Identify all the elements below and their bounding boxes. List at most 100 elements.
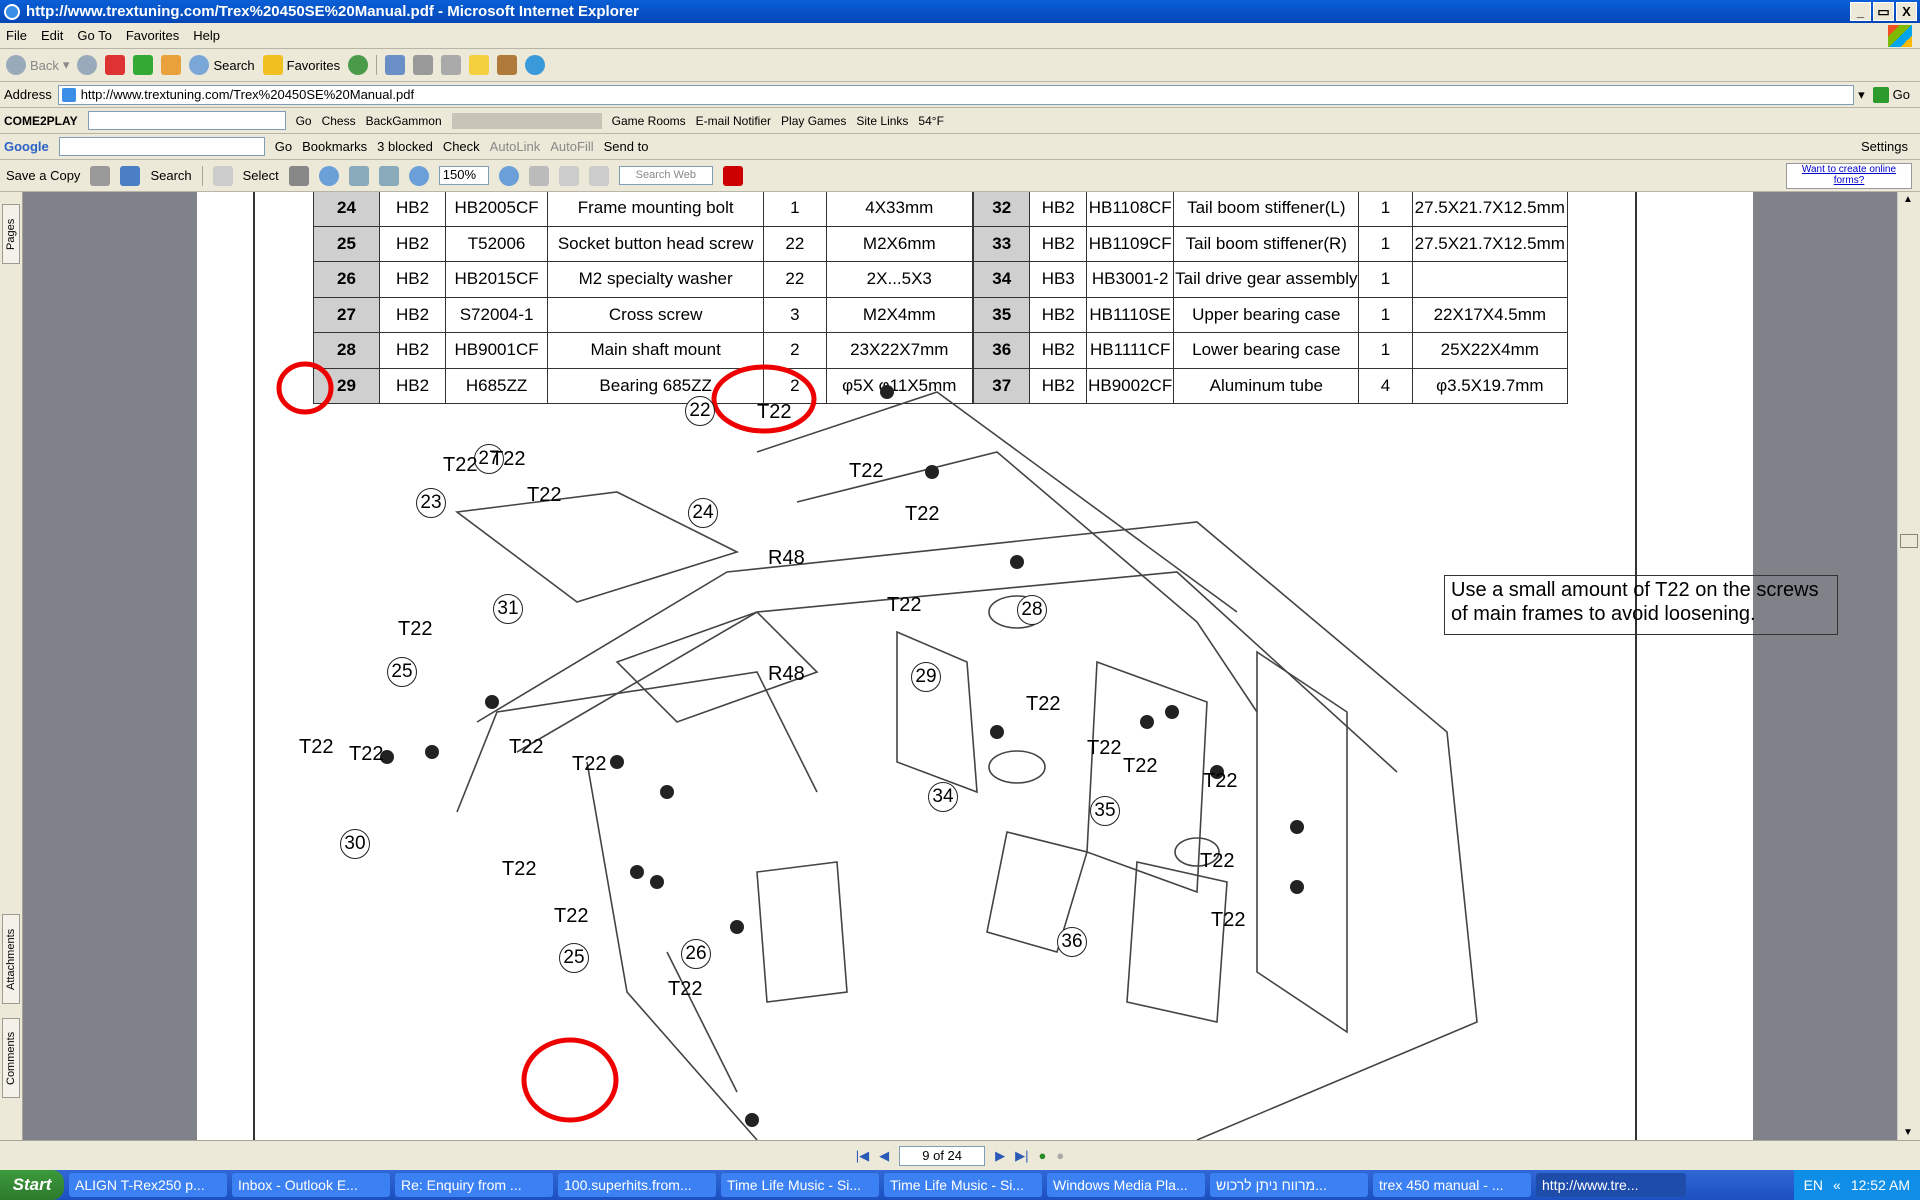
- page-layout-icon[interactable]: [528, 165, 549, 186]
- pdf-page[interactable]: 24 HB2 HB2005CF Frame mounting bolt 1 4X33mm 2…: [197, 192, 1838, 1140]
- research-icon[interactable]: [497, 55, 518, 75]
- email-notifier-menu[interactable]: E-mail Notifier: [696, 114, 771, 128]
- google-search-input[interactable]: [58, 137, 265, 156]
- search-icon: [189, 55, 210, 75]
- start-button[interactable]: Start: [0, 1170, 64, 1200]
- menu-goto[interactable]: Go To: [77, 28, 111, 43]
- stop-icon[interactable]: [105, 55, 126, 75]
- select-tool-button[interactable]: Select: [243, 168, 279, 183]
- come2play-search-input[interactable]: [87, 111, 286, 130]
- last-page-icon[interactable]: ▶|: [1015, 1148, 1028, 1164]
- messenger-icon[interactable]: [525, 55, 546, 75]
- divider: [376, 55, 378, 75]
- taskbar-button[interactable]: ALIGN T-Rex250 p...: [69, 1173, 227, 1197]
- refresh-icon[interactable]: [133, 55, 154, 75]
- taskbar-button-active[interactable]: http://www.tre...: [1536, 1173, 1686, 1197]
- zoom-plus-icon[interactable]: [498, 165, 519, 186]
- language-indicator[interactable]: EN: [1804, 1177, 1823, 1193]
- clock[interactable]: 12:52 AM: [1851, 1177, 1910, 1193]
- previous-page-icon[interactable]: ◀: [879, 1148, 889, 1164]
- system-tray: EN « 12:52 AM: [1793, 1170, 1920, 1200]
- back-button[interactable]: Back ▾: [6, 55, 69, 75]
- history-icon[interactable]: [348, 55, 369, 75]
- taskbar-button[interactable]: Time Life Music - Si...: [884, 1173, 1042, 1197]
- go-button[interactable]: Go: [1872, 86, 1910, 103]
- comments-tab[interactable]: Comments: [2, 1018, 20, 1098]
- google-go-button[interactable]: Go: [275, 139, 292, 154]
- rotate-icon[interactable]: [558, 165, 579, 186]
- create-forms-link[interactable]: Want to create online forms?: [1786, 163, 1912, 189]
- taskbar-button[interactable]: Windows Media Pla...: [1047, 1173, 1205, 1197]
- pages-tab[interactable]: Pages: [2, 204, 20, 264]
- fit-width-icon[interactable]: [378, 165, 399, 186]
- google-logo[interactable]: Google: [4, 139, 49, 154]
- email-icon[interactable]: [120, 165, 141, 186]
- popup-blocker[interactable]: 3 blocked: [377, 139, 433, 154]
- fit-page-icon[interactable]: [348, 165, 369, 186]
- backgammon-link[interactable]: BackGammon: [366, 114, 442, 128]
- discuss-icon[interactable]: [469, 55, 490, 75]
- next-page-icon[interactable]: ▶: [995, 1148, 1005, 1164]
- scroll-down-arrow-icon[interactable]: ▼: [1903, 1127, 1913, 1138]
- address-dropdown-icon[interactable]: ▾: [1858, 87, 1865, 103]
- chess-link[interactable]: Chess: [322, 114, 356, 128]
- go-forward-view-icon[interactable]: ●: [1056, 1148, 1064, 1163]
- menu-favorites[interactable]: Favorites: [126, 28, 179, 43]
- mail-icon[interactable]: [385, 55, 406, 75]
- zoom-level-input[interactable]: 150%: [438, 166, 489, 185]
- send-to-menu[interactable]: Send to: [604, 139, 649, 154]
- autofill-button[interactable]: AutoFill: [550, 139, 593, 154]
- maximize-button[interactable]: ▭: [1873, 2, 1894, 21]
- search-button[interactable]: Search: [189, 55, 255, 75]
- game-controls[interactable]: [451, 112, 602, 129]
- print-icon[interactable]: [413, 55, 434, 75]
- print-icon[interactable]: [90, 165, 111, 186]
- address-input[interactable]: http://www.trextuning.com/Trex%20450SE%2…: [57, 84, 1855, 105]
- first-page-icon[interactable]: |◀: [856, 1148, 869, 1164]
- hand-tool-icon[interactable]: [212, 165, 233, 186]
- forward-button[interactable]: [77, 55, 98, 75]
- minimize-button[interactable]: _: [1850, 2, 1871, 21]
- spell-check-button[interactable]: Check: [443, 139, 480, 154]
- vertical-scrollbar[interactable]: ▲ ▼: [1897, 192, 1920, 1140]
- taskbar-button[interactable]: מרווח ניתן לרכוש...: [1210, 1173, 1368, 1197]
- taskbar-button[interactable]: Re: Enquiry from ...: [395, 1173, 553, 1197]
- autolink-button[interactable]: AutoLink: [490, 139, 541, 154]
- home-icon[interactable]: [161, 55, 182, 75]
- close-button[interactable]: X: [1896, 2, 1917, 21]
- attachments-tab[interactable]: Attachments: [2, 914, 20, 1004]
- come2play-go-button[interactable]: Go: [296, 114, 312, 128]
- menu-bar: File Edit Go To Favorites Help: [0, 23, 1920, 49]
- come2play-logo[interactable]: COME2PLAY: [4, 114, 78, 128]
- google-settings-menu[interactable]: Settings: [1861, 139, 1908, 154]
- acrobat-toolbar: Save a Copy Search Select 150% Search We…: [0, 160, 1920, 192]
- taskbar-button[interactable]: Time Life Music - Si...: [721, 1173, 879, 1197]
- zoom-in-icon[interactable]: [318, 165, 339, 186]
- taskbar-button[interactable]: 100.superhits.from...: [558, 1173, 716, 1197]
- bookmarks-menu[interactable]: Bookmarks: [302, 139, 367, 154]
- go-back-view-icon[interactable]: ●: [1039, 1148, 1047, 1163]
- zoom-out-icon[interactable]: [408, 165, 429, 186]
- acrobat-search-button[interactable]: Search: [150, 168, 191, 183]
- menu-file[interactable]: File: [6, 28, 27, 43]
- search-web-input[interactable]: Search Web: [618, 166, 713, 185]
- threadlock-label: T22: [349, 743, 384, 765]
- menu-edit[interactable]: Edit: [41, 28, 63, 43]
- taskbar-button[interactable]: trex 450 manual - ...: [1373, 1173, 1531, 1197]
- network-icon[interactable]: «: [1833, 1177, 1841, 1193]
- page-number-input[interactable]: 9 of 24: [899, 1145, 986, 1166]
- weather-readout[interactable]: 54°F: [918, 114, 943, 128]
- edit-icon[interactable]: [441, 55, 462, 75]
- play-games-link[interactable]: Play Games: [781, 114, 846, 128]
- save-copy-button[interactable]: Save a Copy: [6, 168, 80, 183]
- snapshot-icon[interactable]: [288, 165, 309, 186]
- taskbar-button[interactable]: Inbox - Outlook E...: [232, 1173, 390, 1197]
- scroll-thumb[interactable]: [1900, 534, 1918, 548]
- game-rooms-menu[interactable]: Game Rooms: [612, 114, 686, 128]
- scroll-up-arrow-icon[interactable]: ▲: [1903, 194, 1913, 205]
- undo-icon[interactable]: [588, 165, 609, 186]
- favorites-button[interactable]: Favorites: [262, 55, 340, 75]
- menu-help[interactable]: Help: [193, 28, 220, 43]
- site-links-menu[interactable]: Site Links: [856, 114, 908, 128]
- yahoo-icon[interactable]: [722, 165, 743, 186]
